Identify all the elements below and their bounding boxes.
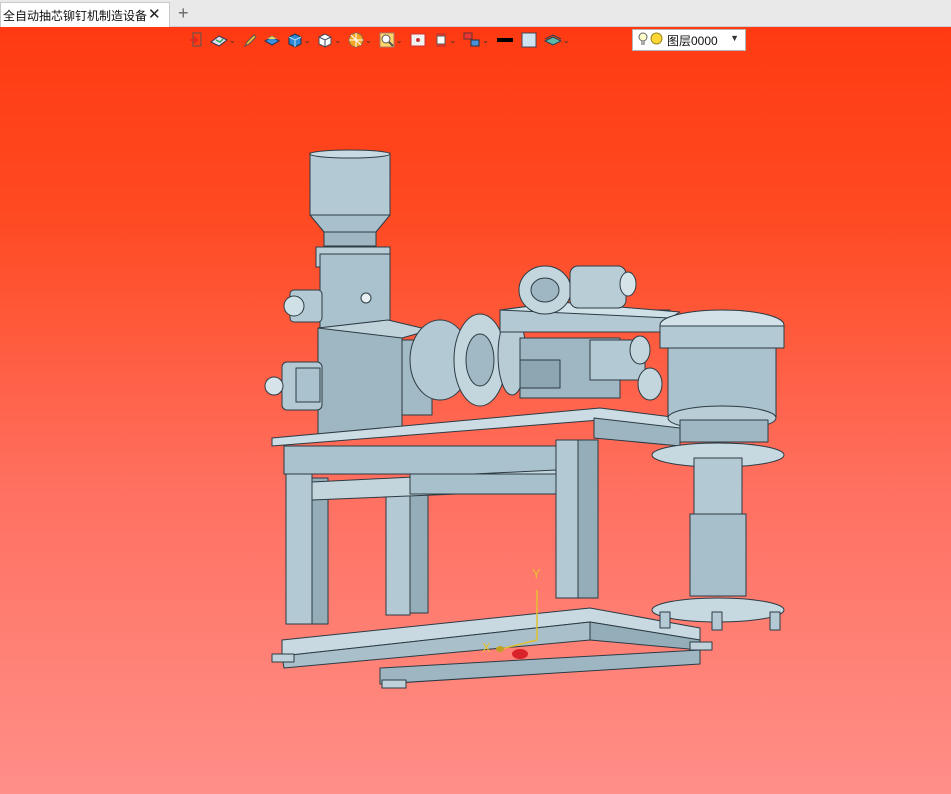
- document-tab-title: 全自动抽芯铆钉机制造设备]: [3, 8, 147, 23]
- plus-icon[interactable]: +: [178, 3, 189, 24]
- 3d-viewport[interactable]: ⌄ ⌄ ⌄ ⌄ ⌄ ⌄ ⌄ ⌄ 图层0000 ▼ Y X: [0, 27, 951, 794]
- y-axis-label: Y: [532, 566, 541, 581]
- x-axis-label: X: [482, 640, 491, 655]
- document-tab[interactable]: 全自动抽芯铆钉机制造设备] ✕: [0, 2, 170, 27]
- machine-model: [264, 149, 785, 689]
- close-icon[interactable]: ✕: [148, 5, 161, 23]
- tab-bar: 全自动抽芯铆钉机制造设备] ✕ +: [0, 0, 951, 27]
